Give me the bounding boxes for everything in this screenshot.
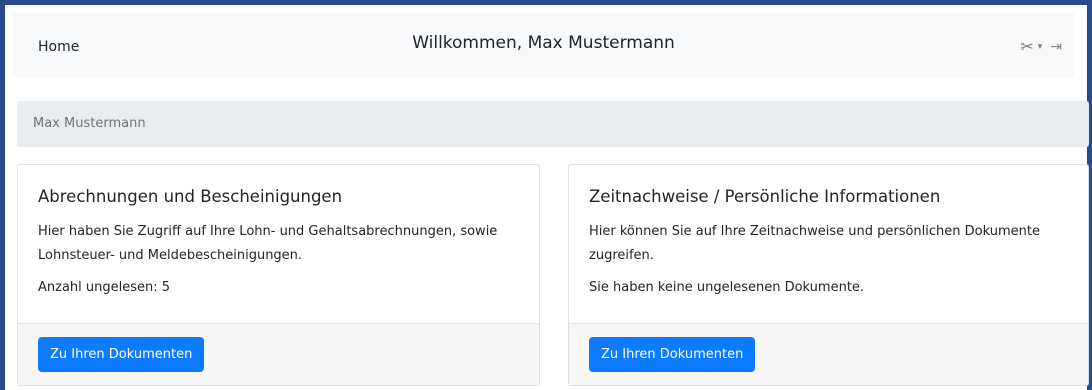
card-footer: Zu Ihren Dokumenten (569, 323, 1088, 385)
card-title: Abrechnungen und Bescheinigungen (38, 187, 343, 206)
card-title: Zeitnachweise / Persönliche Informatione… (589, 187, 941, 206)
documents-button[interactable]: Zu Ihren Dokumenten (38, 337, 205, 372)
card-text-line2: Lohnsteuer- und Meldebescheinigungen. (38, 248, 303, 263)
card-text-line1: Hier haben Sie Zugriff auf Ihre Lohn- un… (38, 224, 498, 239)
top-navbar: Home Willkommen, Max Mustermann ✂ ▾ ⇥ (13, 13, 1074, 77)
documents-button[interactable]: Zu Ihren Dokumenten (589, 337, 756, 372)
card-zeitnachweise: Zeitnachweise / Persönliche Informatione… (568, 164, 1089, 386)
page-title: Willkommen, Max Mustermann (412, 33, 675, 53)
unread-status: Sie haben keine ungelesenen Dokumente. (589, 280, 865, 295)
card-abrechnungen: Abrechnungen und Bescheinigungen Hier ha… (17, 164, 540, 386)
breadcrumb-current: Max Mustermann (33, 116, 146, 131)
logout-icon[interactable]: ⇥ (1050, 39, 1062, 55)
card-body: Abrechnungen und Bescheinigungen Hier ha… (18, 165, 539, 325)
card-body: Zeitnachweise / Persönliche Informatione… (569, 165, 1088, 325)
nav-tools: ✂ ▾ ⇥ (1020, 37, 1062, 56)
card-footer: Zu Ihren Dokumenten (18, 323, 539, 385)
card-text-line1: Hier können Sie auf Ihre Zeitnachweise u… (589, 224, 1040, 239)
breadcrumb: Max Mustermann (17, 101, 1089, 147)
chevron-down-icon[interactable]: ▾ (1038, 42, 1043, 52)
tools-icon[interactable]: ✂ (1020, 37, 1033, 56)
card-text-line2: zugreifen. (589, 248, 654, 263)
unread-count: Anzahl ungelesen: 5 (38, 280, 171, 295)
